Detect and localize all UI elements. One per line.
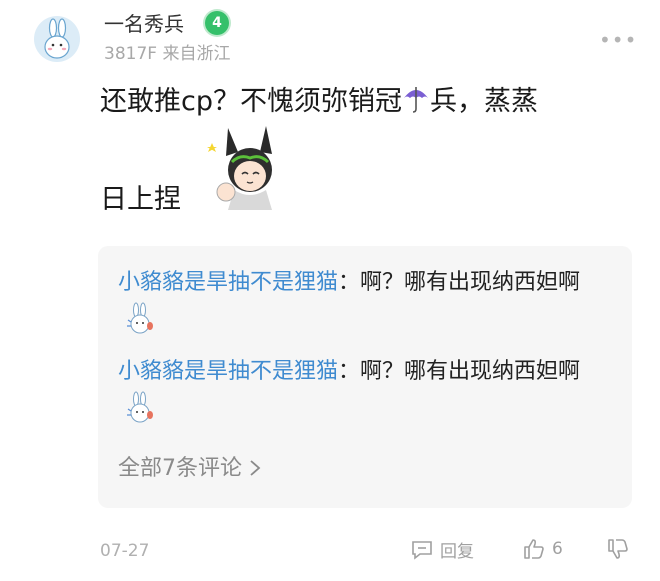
like-button[interactable]: 6 <box>522 537 563 565</box>
level-badge: 4 <box>205 11 229 35</box>
reply-item: 小貉貉是旱抽不是狸猫：啊？哪有出现纳西妲啊 <box>118 353 613 430</box>
reply-button[interactable]: 回复 <box>410 537 474 565</box>
post-date: 07-27 <box>100 541 150 561</box>
more-options-icon[interactable]: ••• <box>599 30 637 50</box>
chevron-right-icon <box>250 460 261 476</box>
like-count: 6 <box>552 539 563 559</box>
post-text-line2: 日上捏 <box>100 184 181 215</box>
post-content: 还敢推cp？不愧须弥销冠 兵，蒸蒸 <box>100 78 600 126</box>
comment-icon <box>412 540 432 560</box>
reply-username[interactable]: 小貉貉是旱抽不是狸猫 <box>118 359 338 384</box>
reply-item: 小貉貉是旱抽不是狸猫：啊？哪有出现纳西妲啊 <box>118 264 613 341</box>
post-text-part2: 兵，蒸蒸 <box>429 86 538 117</box>
rabbit-emoji-icon <box>124 302 156 336</box>
umbrella-icon <box>402 82 430 113</box>
thumbs-up-icon <box>524 539 544 559</box>
reply-button-label: 回复 <box>440 542 474 562</box>
reply-text: ：啊？哪有出现纳西妲啊 <box>338 270 581 295</box>
reply-username[interactable]: 小貉貉是旱抽不是狸猫 <box>118 270 338 295</box>
rabbit-emoji-icon <box>124 391 156 425</box>
all-comments-link[interactable]: 全部7条评论 <box>118 454 261 484</box>
reply-text: ：啊？哪有出现纳西妲啊 <box>338 359 581 384</box>
floor-location: 3817F 来自浙江 <box>104 44 231 64</box>
username[interactable]: 一名秀兵 <box>104 10 184 38</box>
avatar[interactable] <box>34 16 80 62</box>
dislike-button[interactable] <box>606 537 630 565</box>
replies-box: 小貉貉是旱抽不是狸猫：啊？哪有出现纳西妲啊 小貉貉是旱抽不是狸猫：啊？哪有出现纳… <box>98 246 632 508</box>
post-text-part1: 还敢推cp？不愧须弥销冠 <box>100 86 402 117</box>
character-sticker <box>198 122 284 214</box>
thumbs-down-icon <box>608 539 628 559</box>
all-comments-label: 全部7条评论 <box>118 456 242 481</box>
